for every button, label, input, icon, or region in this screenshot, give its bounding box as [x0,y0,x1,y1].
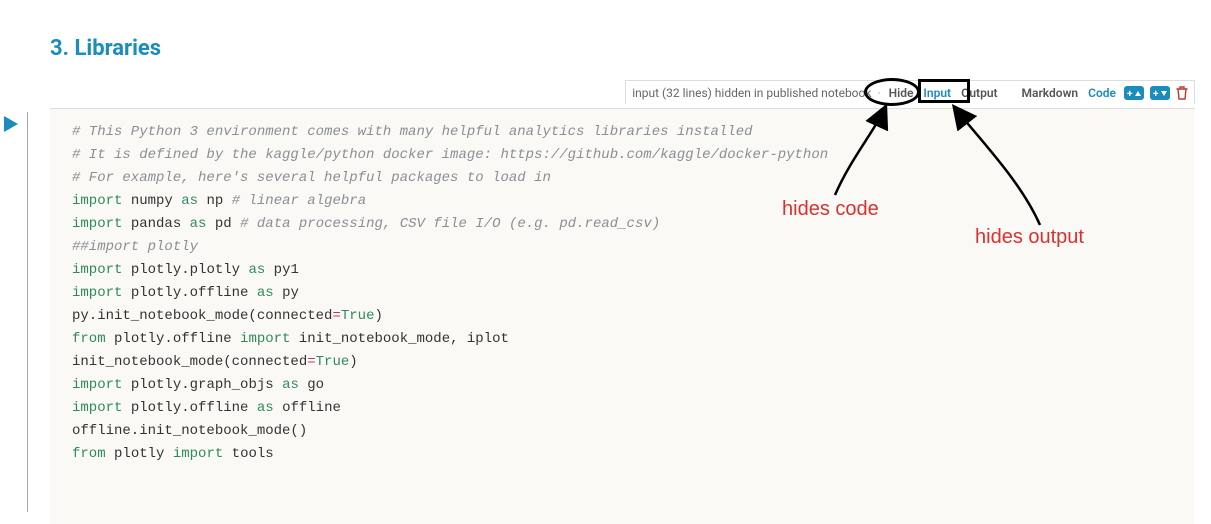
cell-toolbar: input (32 lines) hidden in published not… [625,80,1195,104]
hide-label: Hide [887,86,916,100]
code-line: offline.init_notebook_mode() [72,420,1173,443]
code-line: import numpy as np # linear algebra [72,190,1173,213]
code-line: import plotly.plotly as py1 [72,259,1173,282]
code-line: from plotly import tools [72,443,1173,466]
hide-input-toggle[interactable]: Input [921,86,953,100]
delete-cell-button[interactable] [1176,86,1188,100]
svg-text:+: + [1153,89,1159,99]
code-line: import plotly.graph_objs as go [72,374,1173,397]
code-line: import pandas as pd # data processing, C… [72,213,1173,236]
code-line: init_notebook_mode(connected=True) [72,351,1173,374]
code-comment: # It is defined by the kaggle/python doc… [72,147,828,163]
code-line: import plotly.offline as py [72,282,1173,305]
code-comment: # For example, here's several helpful pa… [72,170,551,186]
hidden-message: input (32 lines) hidden in published not… [632,86,871,100]
toolbar-separator: · [877,86,880,100]
code-comment: ##import plotly [72,239,198,255]
cell-gutter [0,112,28,512]
svg-text:+: + [1127,89,1133,99]
cell-type-code[interactable]: Code [1086,86,1118,100]
cell-type-markdown[interactable]: Markdown [1020,86,1081,100]
code-line: import plotly.offline as offline [72,397,1173,420]
hide-output-toggle[interactable]: Output [959,86,999,100]
code-comment: # This Python 3 environment comes with m… [72,124,753,140]
code-line: from plotly.offline import init_notebook… [72,328,1173,351]
add-cell-below-button[interactable]: + [1150,86,1170,100]
section-heading: 3. Libraries [50,36,161,61]
run-cell-button[interactable] [4,116,18,132]
add-cell-above-button[interactable]: + [1124,86,1144,100]
code-line: py.init_notebook_mode(connected=True) [72,305,1173,328]
code-editor[interactable]: # This Python 3 environment comes with m… [50,108,1195,524]
